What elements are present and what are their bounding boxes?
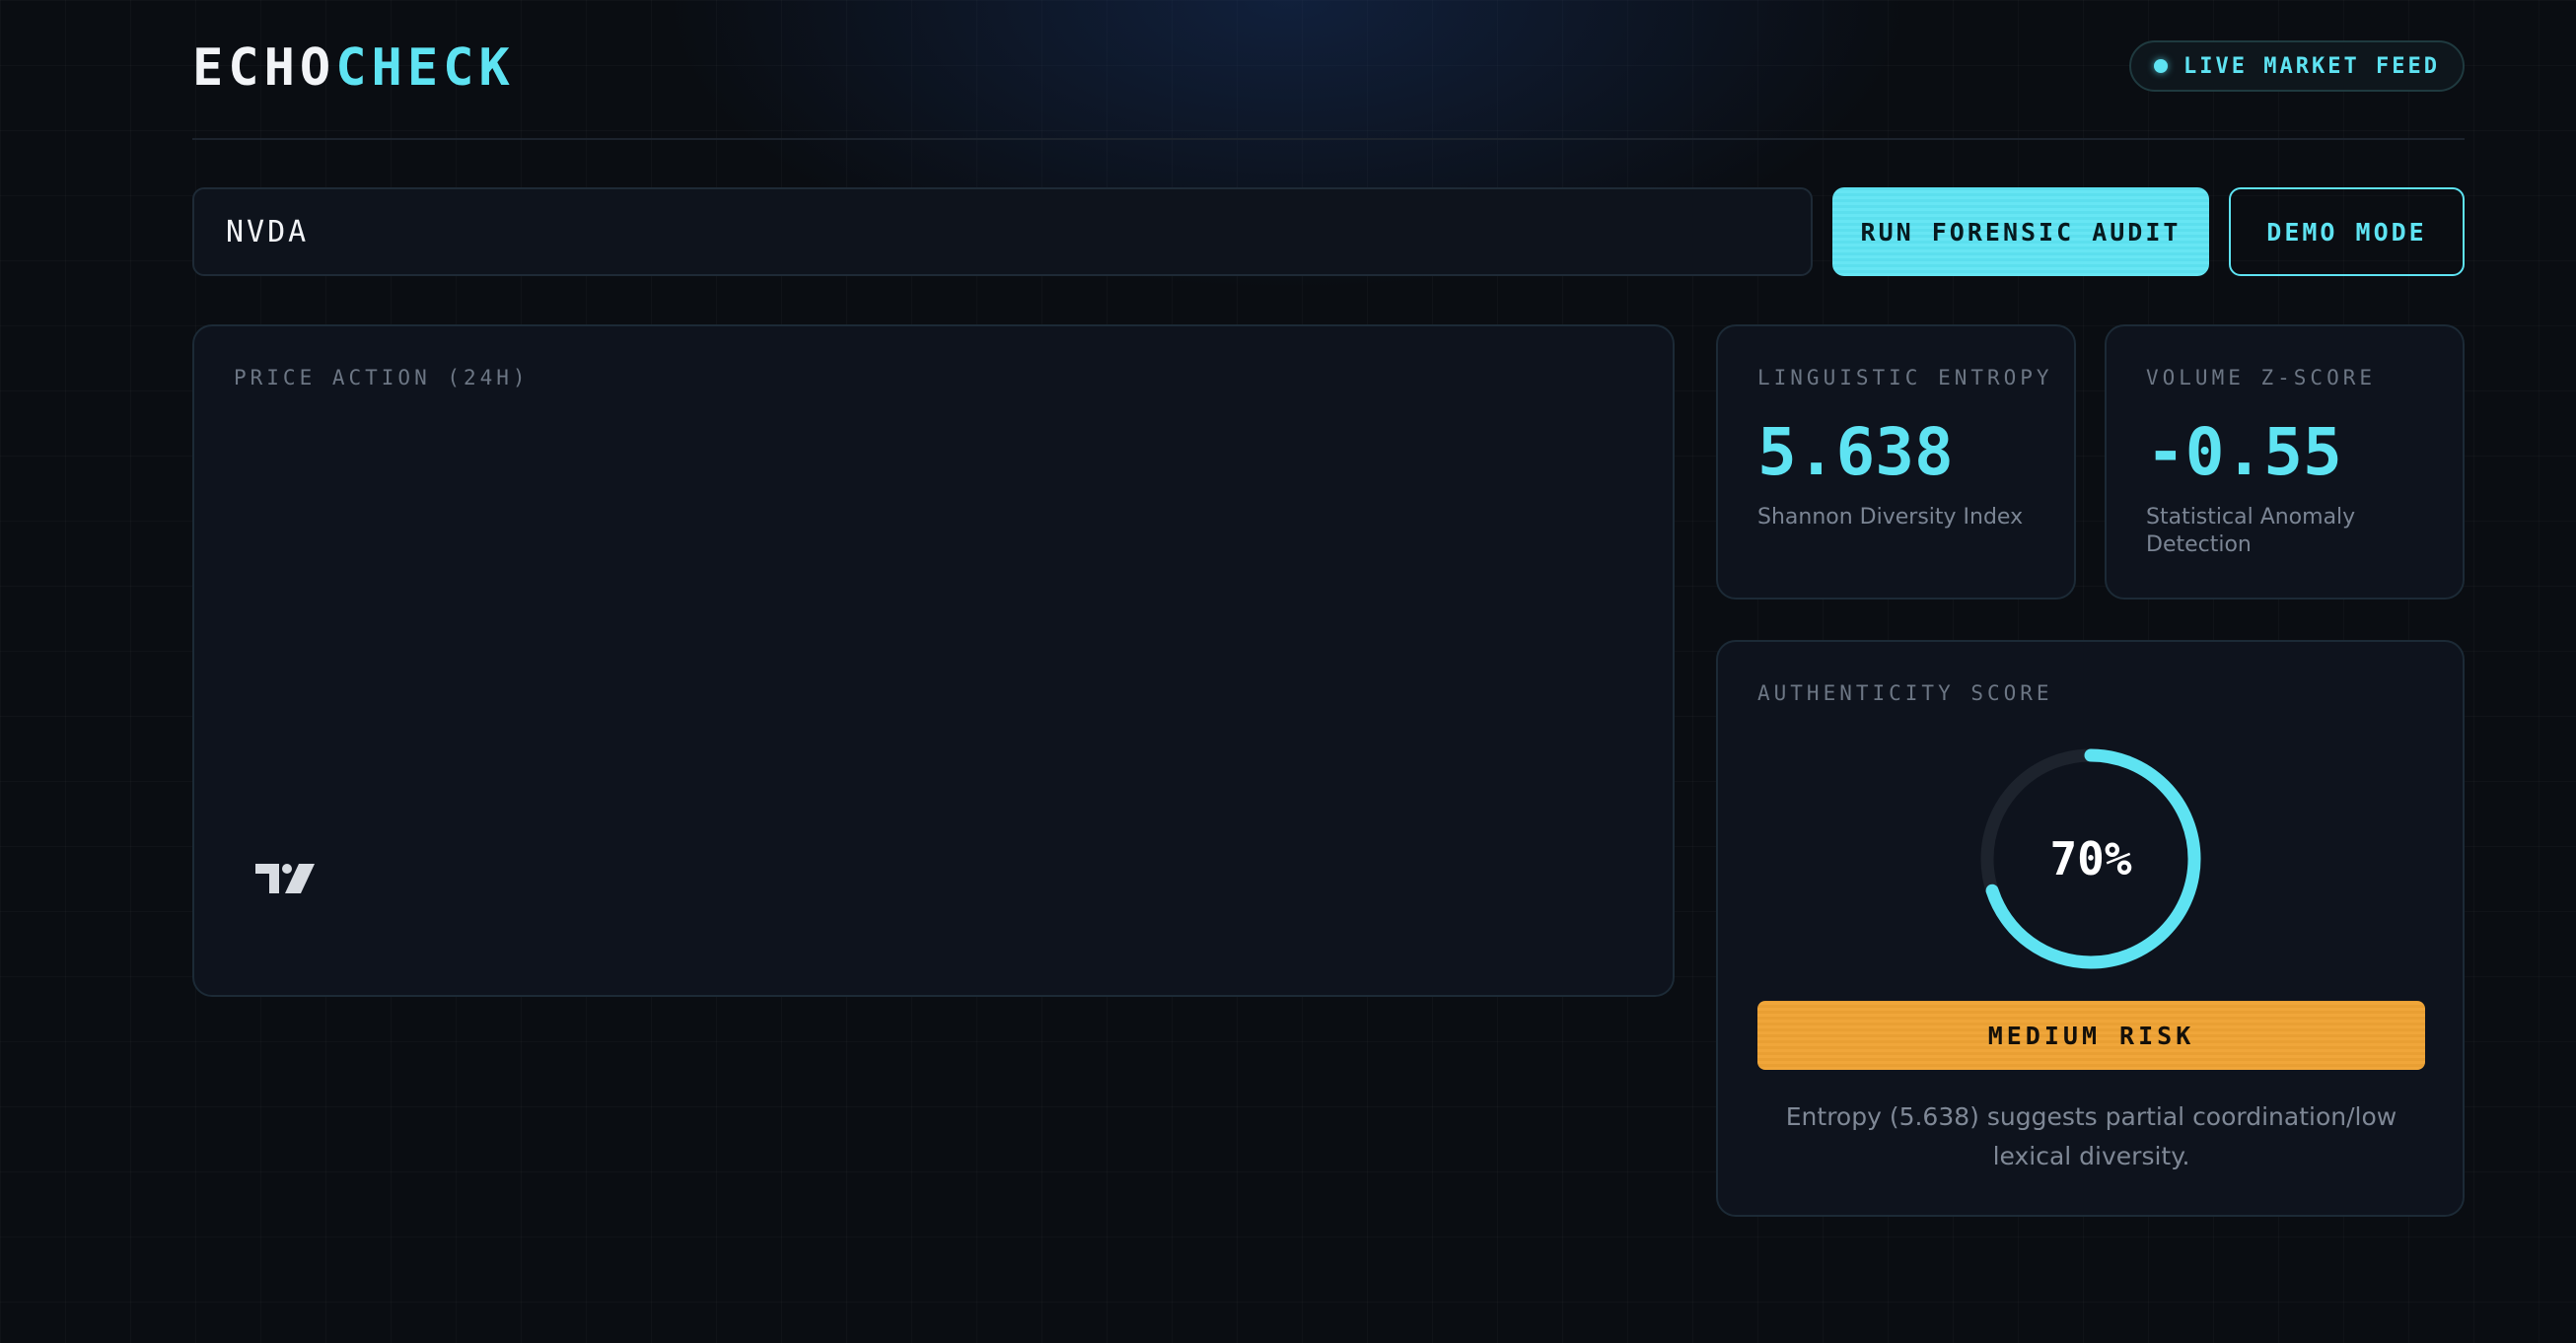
- risk-level-badge: MEDIUM RISK: [1757, 1001, 2425, 1070]
- authenticity-score-value: 70%: [2049, 832, 2132, 885]
- run-forensic-audit-button[interactable]: RUN FORENSIC AUDIT: [1832, 187, 2209, 276]
- logo-text-check: CHECK: [335, 38, 515, 98]
- volume-zscore-value: -0.55: [2146, 414, 2342, 490]
- risk-explanation-text: Entropy (5.638) suggests partial coordin…: [1785, 1102, 2397, 1170]
- price-action-label: PRICE ACTION (24H): [234, 366, 530, 389]
- top-header: ECHOCHECK LIVE MARKET FEED: [192, 0, 2465, 140]
- logo-text-echo: ECHO: [192, 38, 336, 98]
- linguistic-entropy-label: LINGUISTIC ENTROPY: [1757, 366, 2053, 389]
- tradingview-logo-icon[interactable]: [255, 864, 319, 897]
- demo-mode-button[interactable]: DEMO MODE: [2229, 187, 2465, 276]
- authenticity-score-card: AUTHENTICITY SCORE 70% MEDIUM RISK Entro…: [1716, 640, 2465, 1217]
- linguistic-entropy-description: Shannon Diversity Index: [1757, 505, 2024, 530]
- live-badge-label: LIVE MARKET FEED: [2183, 53, 2440, 79]
- app-logo[interactable]: ECHOCHECK: [192, 36, 515, 100]
- price-action-panel: PRICE ACTION (24H): [192, 324, 1675, 997]
- ticker-search-input[interactable]: [192, 187, 1813, 276]
- live-status-dot-icon: [2154, 59, 2169, 73]
- volume-zscore-label: VOLUME Z-SCORE: [2146, 366, 2377, 389]
- linguistic-entropy-value: 5.638: [1757, 414, 1954, 490]
- volume-zscore-description: Statistical Anomaly Detection: [2146, 505, 2356, 557]
- authenticity-score-label: AUTHENTICITY SCORE: [1757, 681, 2053, 705]
- linguistic-entropy-card: LINGUISTIC ENTROPY 5.638 Shannon Diversi…: [1716, 324, 2076, 600]
- volume-zscore-card: VOLUME Z-SCORE -0.55 Statistical Anomaly…: [2105, 324, 2465, 600]
- live-market-feed-badge: LIVE MARKET FEED: [2129, 40, 2465, 92]
